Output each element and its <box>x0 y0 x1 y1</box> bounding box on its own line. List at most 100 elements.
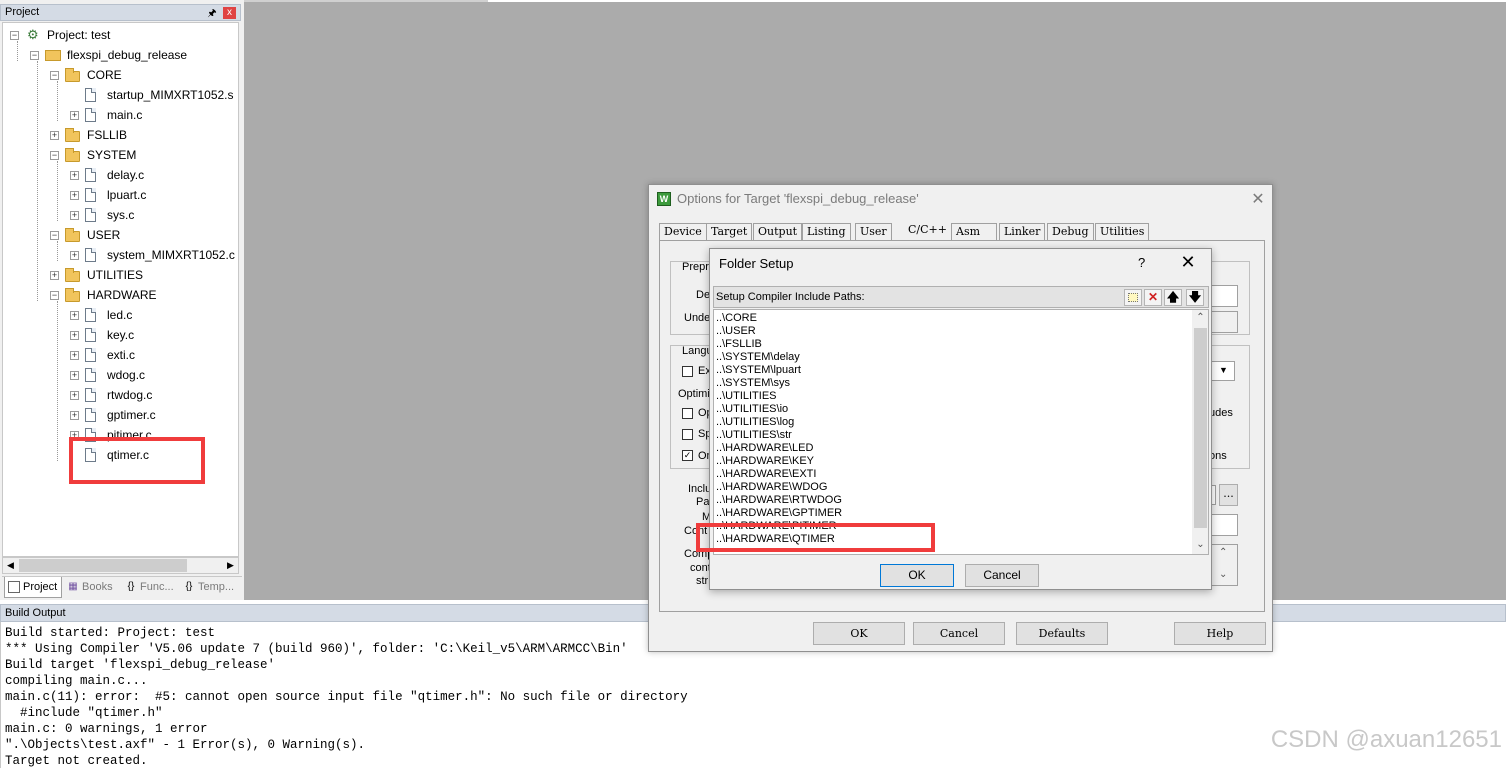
close-icon[interactable]: x <box>223 7 236 19</box>
tree-group-user[interactable]: − USER <box>47 225 227 245</box>
tab-output[interactable]: Output <box>753 223 803 240</box>
list-item[interactable]: ..\UTILITIES <box>716 390 777 403</box>
collapse-icon[interactable]: − <box>10 31 19 40</box>
scroll-left-icon[interactable]: ◀ <box>3 558 18 573</box>
undefine-field-tail[interactable] <box>1210 311 1238 333</box>
tab-listing[interactable]: Listing <box>802 223 851 240</box>
delete-icon[interactable]: ✕ <box>1144 289 1162 306</box>
ok-button[interactable]: OK <box>880 564 954 587</box>
expand-icon[interactable]: + <box>70 311 79 320</box>
list-item[interactable]: ..\UTILITIES\log <box>716 416 794 429</box>
list-item[interactable]: ..\HARDWARE\RTWDOG <box>716 494 842 507</box>
tree-group-fsllib[interactable]: + FSLLIB <box>47 125 227 145</box>
expand-icon[interactable]: + <box>70 391 79 400</box>
collapse-icon[interactable]: − <box>50 71 59 80</box>
defaults-button[interactable]: Defaults <box>1016 622 1108 645</box>
expand-icon[interactable]: + <box>70 211 79 220</box>
new-folder-icon[interactable] <box>1124 289 1142 306</box>
define-field-tail[interactable] <box>1210 285 1238 307</box>
option-checkbox-2[interactable] <box>682 429 693 440</box>
move-down-icon[interactable]: 🡇 <box>1186 289 1204 306</box>
list-item-qtimer[interactable]: ..\HARDWARE\QTIMER <box>716 533 835 546</box>
tab-c-cpp[interactable]: C/C++ <box>903 221 952 241</box>
move-up-icon[interactable]: 🡅 <box>1164 289 1182 306</box>
ok-button[interactable]: OK <box>813 622 905 645</box>
collapse-icon[interactable]: − <box>30 51 39 60</box>
tree-file[interactable]: + lpuart.c <box>67 185 237 205</box>
execute-only-checkbox[interactable] <box>682 366 693 377</box>
tab-user[interactable]: User <box>855 223 892 240</box>
list-item[interactable]: ..\HARDWARE\EXTI <box>716 468 816 481</box>
cancel-button[interactable]: Cancel <box>965 564 1039 587</box>
scroll-thumb[interactable] <box>19 559 187 572</box>
chevron-down-icon[interactable]: ⌄ <box>1192 537 1208 553</box>
tree-file[interactable]: + system_MIMXRT1052.c <box>67 245 237 265</box>
tree-file[interactable]: + gptimer.c <box>67 405 237 425</box>
option-checkbox-3[interactable]: ✓ <box>682 450 693 461</box>
tab-books[interactable]: ▦ Books <box>64 577 120 598</box>
tree-file[interactable]: + wdog.c <box>67 365 237 385</box>
expand-icon[interactable]: + <box>70 431 79 440</box>
tree-file[interactable]: + sys.c <box>67 205 237 225</box>
tree-group-hardware[interactable]: − HARDWARE <box>47 285 227 305</box>
tree-file-qtimer[interactable]: qtimer.c <box>67 445 237 465</box>
expand-icon[interactable]: + <box>70 111 79 120</box>
help-icon[interactable]: ? <box>1138 255 1145 270</box>
list-item[interactable]: ..\UTILITIES\io <box>716 403 788 416</box>
list-item[interactable]: ..\HARDWARE\WDOG <box>716 481 827 494</box>
tree-horizontal-scrollbar[interactable]: ◀ ▶ <box>2 557 239 574</box>
include-paths-vertical-scrollbar[interactable]: ⌃ ⌄ <box>1192 310 1208 554</box>
tree-file[interactable]: + pitimer.c <box>67 425 237 445</box>
project-tree[interactable]: − ⚙ Project: test − flexspi_debug_releas… <box>2 22 239 557</box>
tree-root-project[interactable]: − ⚙ Project: test <box>7 25 207 45</box>
close-icon[interactable]: ✕ <box>1249 189 1267 209</box>
tab-utilities[interactable]: Utilities <box>1095 223 1150 240</box>
tree-file[interactable]: + delay.c <box>67 165 237 185</box>
close-icon[interactable]: ✕ <box>1179 252 1197 273</box>
tree-group-system[interactable]: − SYSTEM <box>47 145 227 165</box>
expand-icon[interactable]: + <box>70 351 79 360</box>
help-button[interactable]: Help <box>1174 622 1266 645</box>
include-paths-list[interactable]: ..\CORE ..\USER ..\FSLLIB ..\SYSTEM\dela… <box>713 309 1209 555</box>
pin-icon[interactable]: 🖈 <box>206 6 218 23</box>
tab-debug[interactable]: Debug <box>1047 223 1094 240</box>
collapse-icon[interactable]: − <box>50 231 59 240</box>
tab-target[interactable]: Target <box>706 223 753 240</box>
tree-file[interactable]: + rtwdog.c <box>67 385 237 405</box>
list-item[interactable]: ..\SYSTEM\lpuart <box>716 364 801 377</box>
misc-controls-field-tail[interactable] <box>1210 514 1238 536</box>
chevron-up-icon[interactable]: ⌃ <box>1192 310 1208 326</box>
tree-file[interactable]: + main.c <box>67 105 237 125</box>
list-item[interactable]: ..\HARDWARE\LED <box>716 442 813 455</box>
list-item[interactable]: ..\USER <box>716 325 756 338</box>
expand-icon[interactable]: + <box>50 131 59 140</box>
cancel-button[interactable]: Cancel <box>913 622 1005 645</box>
list-item[interactable]: ..\UTILITIES\str <box>716 429 792 442</box>
tree-file[interactable]: + key.c <box>67 325 237 345</box>
list-item[interactable]: ..\SYSTEM\sys <box>716 377 790 390</box>
tab-templates[interactable]: {} Temp... <box>180 577 240 598</box>
browse-include-paths-button[interactable]: ... <box>1219 484 1238 506</box>
expand-icon[interactable]: + <box>70 251 79 260</box>
list-item[interactable]: ..\HARDWARE\GPTIMER <box>716 507 842 520</box>
tab-device[interactable]: Device <box>659 223 707 240</box>
tab-asm[interactable]: Asm <box>951 223 997 240</box>
list-item[interactable]: ..\HARDWARE\PITIMER <box>716 520 837 533</box>
expand-icon[interactable]: + <box>70 191 79 200</box>
collapse-icon[interactable]: − <box>50 291 59 300</box>
expand-icon[interactable]: + <box>70 411 79 420</box>
tree-file[interactable]: + led.c <box>67 305 237 325</box>
dropdown-tail[interactable]: ▼ <box>1210 361 1235 381</box>
expand-icon[interactable]: + <box>50 271 59 280</box>
tab-project[interactable]: Project <box>4 577 62 598</box>
tab-linker[interactable]: Linker <box>999 223 1046 240</box>
expand-icon[interactable]: + <box>70 371 79 380</box>
tree-file[interactable]: + exti.c <box>67 345 237 365</box>
tab-functions[interactable]: {} Func... <box>122 577 180 598</box>
list-item[interactable]: ..\FSLLIB <box>716 338 762 351</box>
option-checkbox-1[interactable] <box>682 408 693 419</box>
tree-group-core[interactable]: − CORE <box>47 65 227 85</box>
scroll-right-icon[interactable]: ▶ <box>223 558 238 573</box>
list-item[interactable]: ..\SYSTEM\delay <box>716 351 800 364</box>
collapse-icon[interactable]: − <box>50 151 59 160</box>
